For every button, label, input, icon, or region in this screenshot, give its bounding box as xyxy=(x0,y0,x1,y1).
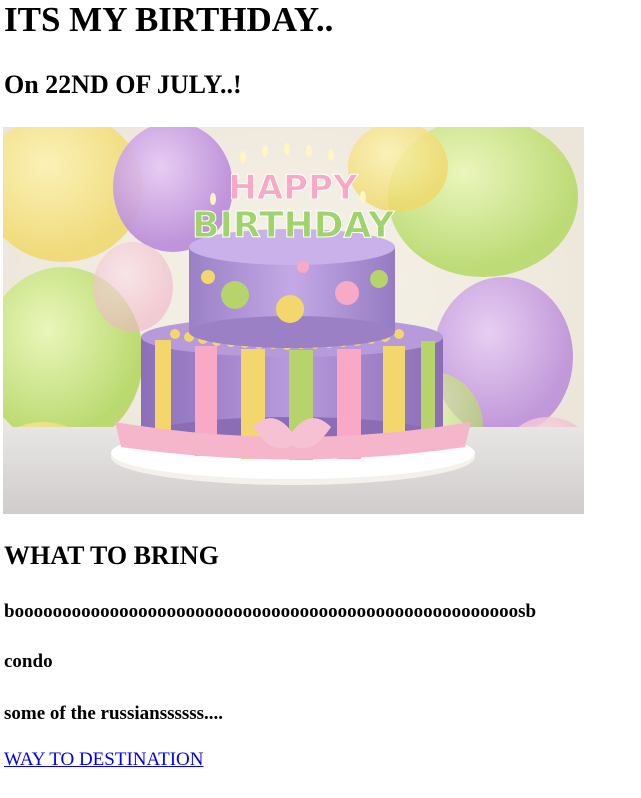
topper-line1: HAPPY xyxy=(228,168,358,208)
topper-line2: BIRTHDAY xyxy=(192,205,395,246)
bring-item: some of the russianssssss.... xyxy=(4,703,224,724)
way-to-destination-link[interactable]: WAY TO DESTINATION xyxy=(4,749,204,771)
bring-item: condo xyxy=(4,651,53,672)
page-title: ITS MY BIRTHDAY.. xyxy=(4,0,334,39)
bring-item: booooooooooooooooooooooooooooooooooooooo… xyxy=(4,601,537,622)
birthday-cake-image: HAPPY BIRTHDAY xyxy=(3,127,584,514)
what-to-bring-heading: WHAT TO BRING xyxy=(4,541,219,570)
date-heading: On 22ND OF JULY..! xyxy=(4,70,242,99)
